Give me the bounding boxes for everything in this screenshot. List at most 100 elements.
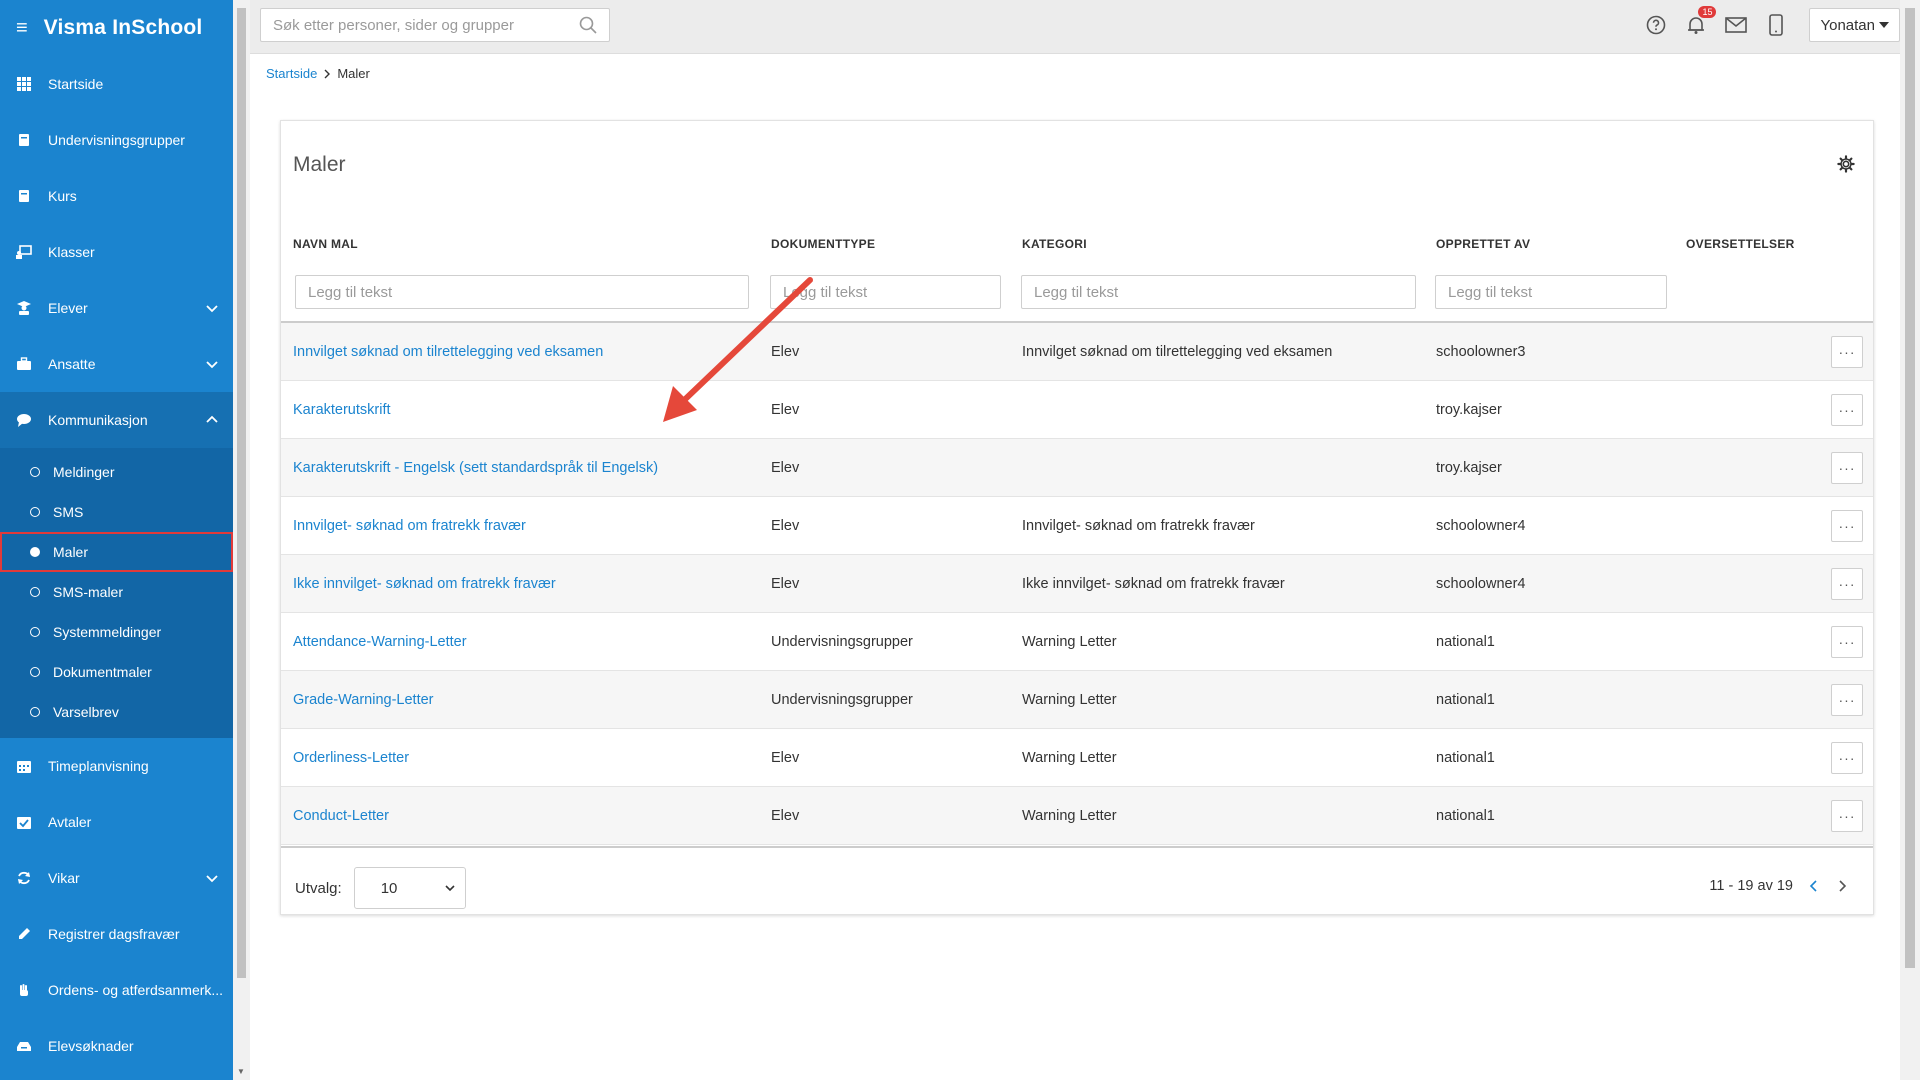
gear-icon[interactable]	[1837, 155, 1855, 173]
book-icon	[16, 188, 32, 204]
next-page-icon[interactable]	[1835, 879, 1849, 893]
menu-icon[interactable]: ≡	[16, 18, 28, 38]
row-actions-button[interactable]: ···	[1831, 683, 1863, 716]
sidebar-subitem-label: SMS-maler	[53, 584, 124, 600]
row-actions-button[interactable]: ···	[1831, 741, 1863, 774]
caret-down-icon	[1879, 22, 1889, 28]
sidebar-item-kurs[interactable]: Kurs	[0, 168, 233, 224]
sidebar-subitem-maler[interactable]: Maler	[0, 532, 233, 572]
table-row: Innvilget søknad om tilrettelegging ved …	[281, 323, 1873, 381]
template-created-by: national1	[1436, 749, 1495, 766]
filter-name-input[interactable]	[295, 275, 749, 309]
template-name-link[interactable]: Innvilget søknad om tilrettelegging ved …	[293, 344, 603, 360]
template-name-link[interactable]: Orderliness-Letter	[293, 750, 409, 766]
hand-icon	[16, 982, 32, 998]
breadcrumb-home[interactable]: Startside	[266, 66, 317, 81]
user-name: Yonatan	[1820, 16, 1875, 34]
sidebar-item-label: Kurs	[48, 188, 77, 204]
sidebar-item-klasser[interactable]: Klasser	[0, 224, 233, 280]
page-title: Maler	[293, 153, 346, 176]
circle-icon	[30, 587, 40, 597]
sidebar-item-avtaler[interactable]: Avtaler	[0, 794, 233, 850]
global-search[interactable]	[260, 8, 610, 42]
sidebar-item-registrer-dagsfravaer[interactable]: Registrer dagsfravær	[0, 906, 233, 962]
prev-page-icon[interactable]	[1807, 879, 1821, 893]
page-scrollbar-thumb[interactable]	[1905, 8, 1915, 968]
column-header-created-by[interactable]: OPPRETTET AV	[1436, 237, 1530, 251]
pagination-range: 11 - 19 av 19	[1709, 878, 1793, 894]
template-created-by: troy.kajser	[1436, 401, 1502, 418]
sidebar-item-startside[interactable]: Startside	[0, 56, 233, 112]
bell-icon[interactable]: 15	[1685, 6, 1717, 36]
mobile-icon[interactable]	[1765, 14, 1787, 36]
sidebar-subitem-sms-maler[interactable]: SMS-maler	[0, 572, 233, 612]
search-icon[interactable]	[579, 16, 597, 34]
template-category: Warning Letter	[1022, 691, 1117, 708]
help-icon[interactable]	[1645, 14, 1667, 36]
sidebar-subitem-systemmeldinger[interactable]: Systemmeldinger	[0, 612, 233, 652]
row-actions-button[interactable]: ···	[1831, 625, 1863, 658]
row-actions-button[interactable]: ···	[1831, 799, 1863, 832]
page-scrollbar[interactable]	[1900, 0, 1920, 1080]
chevron-down-icon	[445, 884, 455, 891]
sidebar-item-ordens-atferd[interactable]: Ordens- og atferdsanmerk...	[0, 962, 233, 1018]
row-actions-button[interactable]: ···	[1831, 393, 1863, 426]
sidebar-item-vikar[interactable]: Vikar	[0, 850, 233, 906]
row-actions-button[interactable]: ···	[1831, 335, 1863, 368]
filter-doctype-input[interactable]	[770, 275, 1001, 309]
template-created-by: national1	[1436, 807, 1495, 824]
template-name-link[interactable]: Innvilget- søknad om fratrekk fravær	[293, 518, 526, 534]
sidebar-subitem-varselbrev[interactable]: Varselbrev	[0, 692, 233, 732]
chevron-right-icon	[324, 69, 331, 78]
column-header-category[interactable]: KATEGORI	[1022, 237, 1087, 251]
column-header-name[interactable]: NAVN MAL	[293, 237, 358, 251]
row-actions-button[interactable]: ···	[1831, 567, 1863, 600]
sidebar-subitem-dokumentmaler[interactable]: Dokumentmaler	[0, 652, 233, 692]
page-size-select[interactable]: 10	[353, 867, 466, 909]
template-name-link[interactable]: Grade-Warning-Letter	[293, 692, 434, 708]
chevron-down-icon	[206, 361, 218, 369]
table-row: Orderliness-Letter Elev Warning Letter n…	[281, 729, 1873, 787]
template-created-by: troy.kajser	[1436, 459, 1502, 476]
sidebar-item-undervisningsgrupper[interactable]: Undervisningsgrupper	[0, 112, 233, 168]
sidebar-item-timeplanvisning[interactable]: Timeplanvisning	[0, 738, 233, 794]
circle-icon	[30, 507, 40, 517]
sidebar-scrollbar-thumb[interactable]	[237, 8, 246, 978]
pagination: 11 - 19 av 19	[1709, 878, 1849, 894]
grid-icon	[16, 76, 32, 92]
sidebar-item-kommunikasjon[interactable]: Kommunikasjon	[0, 392, 233, 448]
sidebar-item-ansatte[interactable]: Ansatte	[0, 336, 233, 392]
template-category: Warning Letter	[1022, 633, 1117, 650]
row-actions-button[interactable]: ···	[1831, 451, 1863, 484]
calendar-check-icon	[16, 814, 32, 830]
sidebar-item-elever[interactable]: Elever	[0, 280, 233, 336]
template-name-link[interactable]: Ikke innvilget- søknad om fratrekk fravæ…	[293, 576, 556, 592]
user-menu-button[interactable]: Yonatan	[1809, 8, 1900, 42]
sidebar-item-elevsoknader[interactable]: Elevsøknader	[0, 1018, 233, 1074]
scroll-down-arrow-icon[interactable]: ▼	[237, 1067, 245, 1076]
template-name-link[interactable]: Attendance-Warning-Letter	[293, 634, 467, 650]
template-doctype: Undervisningsgrupper	[771, 691, 913, 708]
circle-icon	[30, 627, 40, 637]
template-name-link[interactable]: Conduct-Letter	[293, 808, 389, 824]
sidebar-subitem-sms[interactable]: SMS	[0, 492, 233, 532]
sidebar-scrollbar[interactable]: ▼	[233, 0, 250, 1080]
template-name-link[interactable]: Karakterutskrift - Engelsk (sett standar…	[293, 460, 658, 476]
template-doctype: Elev	[771, 343, 800, 360]
app-name[interactable]: Visma InSchool	[44, 16, 203, 40]
row-actions-button[interactable]: ···	[1831, 509, 1863, 542]
calendar-icon	[16, 758, 32, 774]
search-input[interactable]	[273, 16, 579, 34]
template-created-by: schoolowner3	[1436, 343, 1526, 360]
sidebar-subitem-label: Meldinger	[53, 464, 115, 480]
template-name-link[interactable]: Karakterutskrift	[293, 402, 391, 418]
filter-category-input[interactable]	[1021, 275, 1416, 309]
sidebar-subitem-label: Systemmeldinger	[53, 624, 162, 640]
table-row: Ikke innvilget- søknad om fratrekk fravæ…	[281, 555, 1873, 613]
template-created-by: national1	[1436, 691, 1495, 708]
filter-created-by-input[interactable]	[1435, 275, 1667, 309]
page-size-value: 10	[380, 879, 398, 897]
sidebar-subitem-meldinger[interactable]: Meldinger	[0, 452, 233, 492]
mail-icon[interactable]	[1725, 14, 1748, 36]
column-header-doctype[interactable]: DOKUMENTTYPE	[771, 237, 875, 251]
